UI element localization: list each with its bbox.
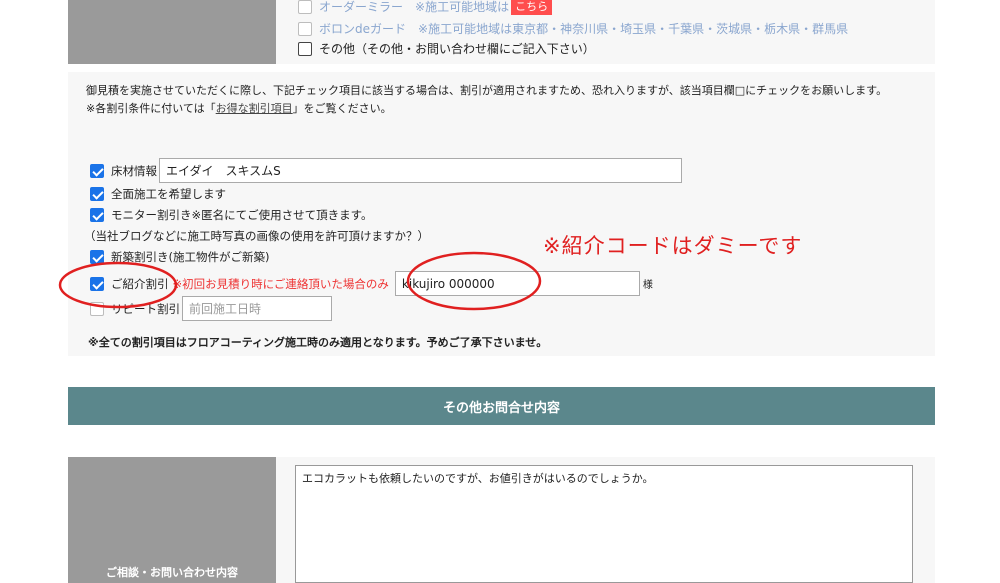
repeat-row: リピート割引 前回施工日時 — [90, 296, 332, 321]
discount-intro: 御見積を実施させていただくに際し、下記チェック項目に該当する場合は、割引が適用さ… — [86, 82, 926, 118]
inquiry-label: ご相談・お問い合わせ内容 — [106, 566, 238, 579]
referral-label: ご紹介割引 — [111, 276, 169, 291]
discount-bottom-note: ※全ての割引項目はフロアコーティング施工時のみ適用となります。予めご了承下さいま… — [88, 336, 548, 349]
repeat-label: リピート割引 — [111, 301, 180, 316]
monitor-label: モニター割引き※匿名にてご使用させて頂きます。 — [111, 208, 373, 222]
inquiry-textarea[interactable]: エコカラットも依頼したいのですが、お値引きがはいるのでしょうか。 — [295, 465, 913, 583]
full-construction-label: 全面施工を希望します — [111, 187, 226, 201]
monitor-sub-row: （当社ブログなどに施工時写真の画像の使用を許可頂けますか？） — [84, 228, 429, 244]
floor-info-label: 床材情報 — [111, 163, 157, 178]
new-build-row: 新築割引き(施工物件がご新築) — [90, 249, 269, 265]
referral-checkbox[interactable] — [90, 276, 104, 291]
referral-code-input[interactable]: kikujiro 000000 — [394, 271, 640, 296]
section-header-other-inquiry: その他お問合せ内容 — [68, 387, 935, 425]
repeat-checkbox[interactable] — [90, 301, 104, 316]
order-mirror-note: ※施工可能地域は — [415, 0, 510, 14]
intro-text: 御見積を実施させていただくに際し、下記チェック項目に該当する場合は、割引が適用さ… — [86, 84, 888, 97]
referral-suffix: 様 — [642, 280, 653, 291]
other-checkbox[interactable] — [298, 41, 312, 56]
full-construction-row: 全面施工を希望します — [90, 186, 226, 202]
floor-info-input[interactable]: エイダイ スキスムS — [159, 158, 682, 183]
order-mirror-checkbox[interactable] — [298, 0, 312, 14]
boron-guard-note: ※施工可能地域は東京都・神奈川県・埼玉県・千葉県・茨城県・栃木県・群馬県 — [418, 22, 849, 36]
discount-section: 御見積を実施させていただくに際し、下記チェック項目に該当する場合は、割引が適用さ… — [68, 72, 935, 356]
referral-note: ※初回お見積り時にご連絡頂いた場合のみ — [172, 276, 389, 291]
full-construction-checkbox[interactable] — [90, 187, 104, 201]
floor-info-row: 床材情報 エイダイ スキスムS — [90, 158, 682, 183]
area-link-badge[interactable]: こちら — [511, 0, 553, 15]
boron-guard-checkbox[interactable] — [298, 21, 312, 36]
monitor-checkbox[interactable] — [90, 208, 104, 222]
option-boron-guard[interactable]: ボロンdeガード ※施工可能地域は東京都・神奈川県・埼玉県・千葉県・茨城県・栃木… — [298, 20, 848, 37]
annotation-dummy-note: ※紹介コードはダミーです — [543, 234, 803, 258]
inquiry-field-cell: エコカラットも依頼したいのですが、お値引きがはいるのでしょうか。 — [276, 457, 935, 583]
left-label-cell-top — [68, 0, 276, 64]
new-build-label: 新築割引き(施工物件がご新築) — [111, 250, 270, 264]
new-build-checkbox[interactable] — [90, 250, 104, 264]
monitor-row: モニター割引き※匿名にてご使用させて頂きます。 — [90, 207, 372, 223]
service-options: オーダーミラー ※施工可能地域は こちら ボロンdeガード ※施工可能地域は東京… — [276, 0, 935, 64]
boron-guard-label: ボロンdeガード — [319, 22, 407, 36]
discount-items-link[interactable]: お得な割引項目 — [216, 102, 293, 115]
referral-row: ご紹介割引 ※初回お見積り時にご連絡頂いた場合のみ kikujiro 00000… — [90, 271, 653, 296]
monitor-sub-label: （当社ブログなどに施工時写真の画像の使用を許可頂けますか？） — [84, 229, 429, 243]
left-label-cell-inquiry: ご相談・お問い合わせ内容 — [68, 457, 276, 583]
option-other[interactable]: その他（その他・お問い合わせ欄にご記入下さい） — [298, 40, 595, 57]
option-order-mirror[interactable]: オーダーミラー ※施工可能地域は こちら — [298, 0, 553, 15]
intro-line2: ※各割引条件に付いては「お得な割引項目」をご覧ください。 — [86, 102, 392, 115]
order-mirror-label: オーダーミラー — [319, 0, 404, 14]
repeat-date-input[interactable]: 前回施工日時 — [182, 296, 332, 321]
floor-info-checkbox[interactable] — [90, 163, 104, 178]
other-label: その他（その他・お問い合わせ欄にご記入下さい） — [319, 42, 595, 56]
